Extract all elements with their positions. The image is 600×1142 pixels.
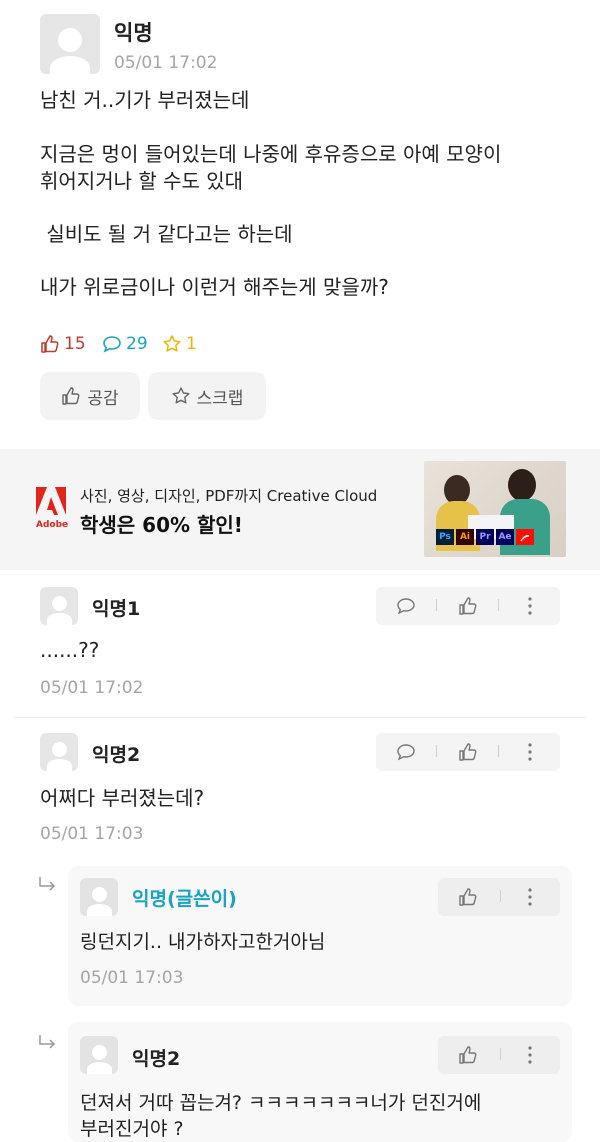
comment-actions: [376, 587, 560, 625]
comment-author: 익명1: [92, 598, 141, 620]
star-icon: [171, 386, 191, 406]
more-options-icon[interactable]: [516, 587, 544, 625]
reply-text: 링던지기.. 내가하자고한거아님: [80, 931, 326, 953]
reply-icon[interactable]: [392, 587, 420, 625]
ad-headline: 사진, 영상, 디자인, PDF까지 Creative Cloud: [80, 487, 378, 505]
reply-box: 익명2 던져서 거따 꼽는겨? ㅋㅋㅋㅋㅋㅋㅋ너가 던진거에 부러진거야 ?: [68, 1022, 572, 1142]
after-effects-icon: Ae: [496, 529, 514, 545]
reply-arrow-icon: [38, 1034, 58, 1056]
adobe-logo: Adobe: [36, 487, 68, 531]
scrap-button[interactable]: 스크랩: [148, 372, 266, 420]
reply-author-op: 익명(글쓴이): [132, 888, 237, 910]
more-options-icon[interactable]: [516, 878, 544, 916]
reply-box: 익명(글쓴이) 링던지기.. 내가하자고한거아님 05/01 17:03: [68, 866, 572, 1006]
ad-banner[interactable]: Adobe 사진, 영상, 디자인, PDF까지 Creative Cloud …: [0, 449, 600, 570]
star-icon: [162, 334, 182, 354]
reply-icon[interactable]: [392, 733, 420, 771]
illustrator-icon: Ai: [456, 529, 474, 545]
thumbs-up-icon[interactable]: [454, 587, 482, 625]
comment-avatar: [40, 587, 78, 625]
comment-timestamp: 05/01 17:02: [40, 678, 144, 698]
premiere-icon: Pr: [476, 529, 494, 545]
scrap-button-label: 스크랩: [196, 388, 244, 409]
post-line: 실비도 될 거 같다고는 하는데: [40, 222, 293, 246]
post-line: 지금은 멍이 들어있는데 나중에 후유증으로 아예 모양이: [40, 142, 502, 166]
reply-text: 부러진거야 ?: [80, 1118, 184, 1140]
comment-text: 어쩌다 부러졌는데?: [40, 786, 205, 810]
post-author-name: 익명: [114, 21, 153, 45]
more-options-icon[interactable]: [516, 1036, 544, 1074]
thumbs-up-icon[interactable]: [454, 878, 482, 916]
comment-timestamp: 05/01 17:03: [40, 824, 144, 844]
like-button[interactable]: 공감: [40, 372, 140, 420]
ad-offer: 학생은 60% 할인!: [80, 513, 243, 537]
reply-actions: [438, 1036, 560, 1074]
comment-actions: [376, 733, 560, 771]
reply-avatar: [80, 878, 118, 916]
acrobat-icon: [516, 529, 534, 545]
more-options-icon[interactable]: [516, 733, 544, 771]
like-count: 15: [40, 334, 86, 354]
post-timestamp: 05/01 17:02: [114, 53, 218, 73]
thumbs-up-icon: [61, 386, 81, 406]
post-line: 남친 거..기가 부러졌는데: [40, 88, 250, 112]
ad-app-icons: Ps Ai Pr Ae: [436, 529, 534, 545]
comment-count: 29: [102, 334, 148, 354]
comment-avatar: [40, 733, 78, 771]
reply-author: 익명2: [132, 1048, 181, 1070]
reply-arrow-icon: [38, 876, 58, 898]
thumbs-up-icon[interactable]: [454, 1036, 482, 1074]
photoshop-icon: Ps: [436, 529, 454, 545]
reply-actions: [438, 878, 560, 916]
reply-avatar: [80, 1036, 118, 1074]
scrap-count: 1: [162, 334, 197, 354]
comment-author: 익명2: [92, 744, 141, 766]
reply-text: 던져서 거따 꼽는겨? ㅋㅋㅋㅋㅋㅋㅋ너가 던진거에: [80, 1092, 482, 1114]
post-author-avatar: [40, 14, 100, 74]
like-button-label: 공감: [87, 388, 119, 409]
thumbs-up-icon: [40, 334, 60, 354]
post-line: 휘어지거나 할 수도 있대: [40, 169, 244, 193]
reply-timestamp: 05/01 17:03: [80, 968, 184, 988]
comment-text: ......??: [40, 638, 100, 662]
thumbs-up-icon[interactable]: [454, 733, 482, 771]
divider: [14, 717, 586, 718]
speech-bubble-icon: [102, 334, 122, 354]
post-line: 내가 위로금이나 이런거 해주는게 맞을까?: [40, 275, 389, 299]
